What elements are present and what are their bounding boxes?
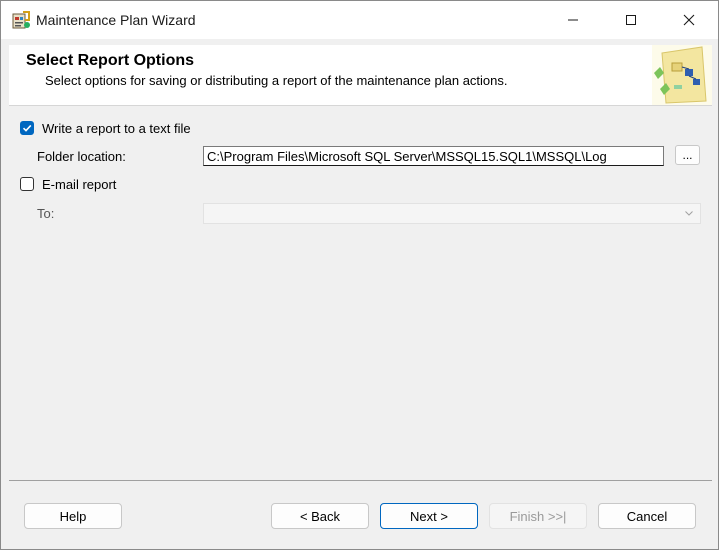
finish-button[interactable]: Finish >>| [489,503,587,529]
back-button[interactable]: < Back [271,503,369,529]
close-icon [683,14,695,26]
chevron-down-icon [685,211,693,216]
wizard-window: Maintenance Plan Wizard Select Report Op… [0,0,719,550]
next-button[interactable]: Next > [380,503,478,529]
maximize-icon [626,15,636,25]
write-report-label[interactable]: Write a report to a text file [42,121,191,136]
footer-separator [9,480,712,481]
maximize-button[interactable] [602,1,660,39]
checkmark-icon [22,124,32,132]
to-label: To: [37,206,55,221]
page-title: Select Report Options [26,52,195,69]
help-button[interactable]: Help [24,503,122,529]
to-operator-combobox[interactable] [203,203,701,224]
email-report-label[interactable]: E-mail report [42,177,116,192]
wizard-banner-graphic-icon [652,45,712,105]
folder-location-input[interactable]: C:\Program Files\Microsoft SQL Server\MS… [203,146,664,166]
folder-location-label: Folder location: [37,149,126,164]
minimize-icon [568,19,578,21]
window-title: Maintenance Plan Wizard [36,12,196,28]
email-report-checkbox[interactable] [20,177,34,191]
minimize-button[interactable] [544,1,602,39]
wizard-header: Select Report Options Select options for… [9,45,712,106]
page-subtitle: Select options for saving or distributin… [45,73,508,88]
close-button[interactable] [660,1,718,39]
write-report-checkbox[interactable] [20,121,34,135]
cancel-button[interactable]: Cancel [598,503,696,529]
title-bar[interactable]: Maintenance Plan Wizard [1,1,718,39]
browse-folder-button[interactable]: ... [675,145,700,165]
maintenance-plan-app-icon [12,11,30,29]
